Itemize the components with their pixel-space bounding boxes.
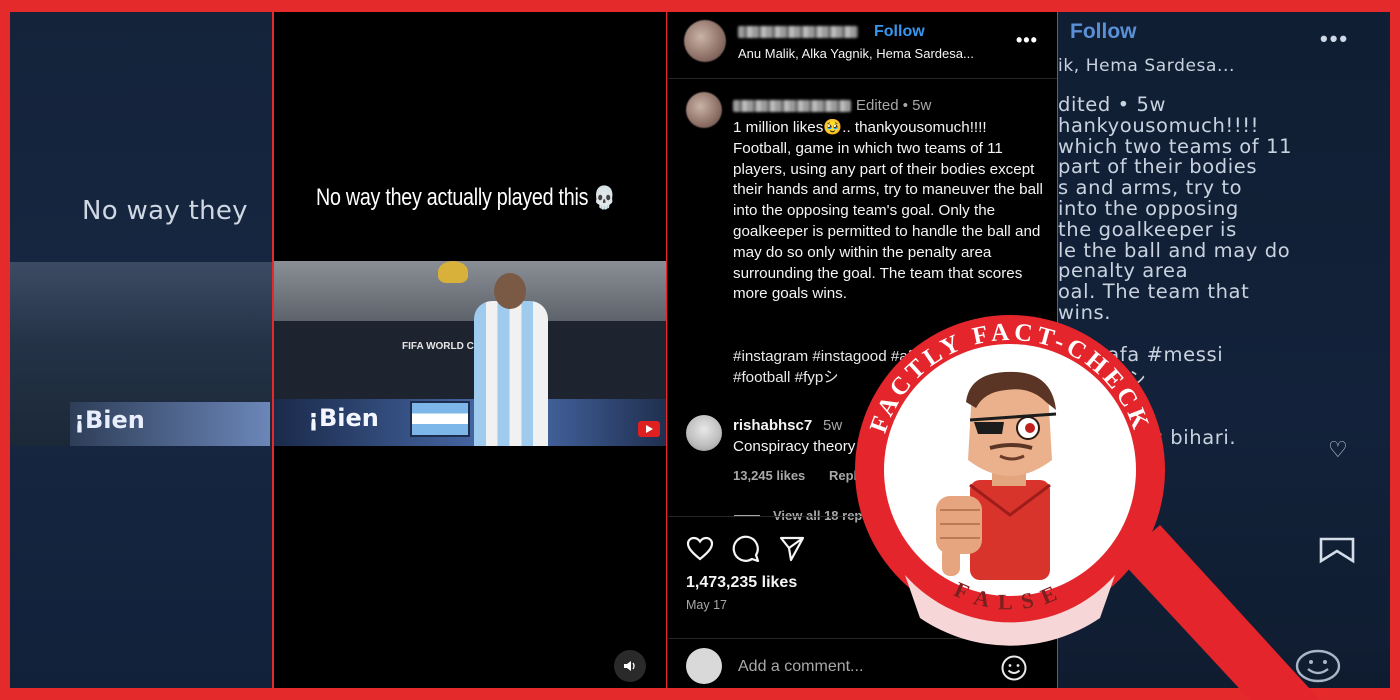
right-bg-caption-line: part of their bodies: [1058, 155, 1258, 179]
argentina-flag: [410, 401, 470, 437]
left-bg-banner-text: ¡Bien: [74, 406, 145, 434]
right-bg-bookmark-icon: [1319, 537, 1355, 564]
post-likes-count[interactable]: 1,473,235 likes: [686, 574, 797, 592]
left-blurred-background: No way they ¡Bien: [10, 12, 272, 688]
post-hashtags[interactable]: #instagram #instagood #afa #messi #ronal…: [733, 346, 1045, 388]
caption-meta: Edited • 5w: [856, 97, 932, 114]
right-bg-caption-line: oal. The team that: [1058, 280, 1250, 304]
post-date: May 17: [686, 598, 727, 612]
commenter-username[interactable]: rishabhsc7: [733, 417, 812, 434]
youtube-icon: [638, 421, 660, 437]
author-avatar[interactable]: [684, 20, 726, 62]
video-caption: No way they actually played this 💀: [316, 184, 616, 212]
comment-likes[interactable]: 13,245 likes: [733, 468, 805, 483]
right-bg-music: ik, Hema Sardesa...: [1058, 56, 1236, 76]
video-panel[interactable]: No way they actually played this 💀 FIFA …: [274, 12, 666, 688]
right-bg-smiley-icon: [1295, 649, 1341, 683]
right-bg-caption-line: penalty area: [1058, 259, 1189, 283]
right-bg-caption-line: dited • 5w: [1058, 93, 1167, 116]
right-bg-caption-line: le the ball and may do: [1058, 238, 1291, 262]
video-caption-text: No way they actually played this: [316, 184, 589, 211]
player-head: [494, 273, 526, 309]
right-bg-caption-line: s and arms, try to: [1058, 176, 1243, 200]
right-bg-caption-line: od #afa #messi: [1058, 342, 1224, 366]
commenter-avatar[interactable]: [686, 415, 722, 451]
comment-text: Conspiracy theory :- Messi is bihari.: [733, 438, 974, 455]
left-bg-caption: No way they: [82, 196, 248, 226]
video-frame[interactable]: FIFA WORLD CUP Qat_ar2022 ¡Bien: [274, 261, 666, 446]
caption-username-blurred[interactable]: [733, 100, 851, 112]
volume-button[interactable]: [614, 650, 646, 682]
right-bg-caption-line: into the opposing: [1058, 197, 1239, 220]
audio-credit[interactable]: Anu Malik, Alka Yagnik, Hema Sardesa...: [738, 46, 974, 61]
right-bg-caption-line: :– Messi is bihari.: [1058, 425, 1237, 449]
right-bg-caption-line: hankyousomuch!!!!: [1058, 113, 1260, 137]
caption-author-avatar[interactable]: [686, 92, 722, 128]
add-comment-input[interactable]: Add a comment...: [738, 658, 863, 676]
right-bg-caption-line: wins.: [1058, 301, 1112, 324]
right-bg-more-icon: •••: [1320, 26, 1350, 51]
right-bg-caption-line: which two teams of 11: [1058, 134, 1293, 158]
follow-button[interactable]: Follow: [874, 23, 925, 41]
actions-divider: [668, 516, 1057, 517]
comment-input-divider: [668, 638, 1057, 639]
right-blurred-background: Follow ik, Hema Sardesa... ••• dited • 5…: [1058, 12, 1390, 688]
comment-icon[interactable]: [732, 535, 760, 563]
comment-reply-button[interactable]: Reply: [829, 468, 864, 483]
right-bg-caption-line: the goalkeeper is: [1058, 217, 1237, 241]
trophy-icon: [438, 261, 468, 283]
video-banner-text: ¡Bien: [308, 404, 379, 432]
share-icon[interactable]: [778, 535, 806, 563]
player-figure: [474, 301, 548, 446]
post-comments-panel: Follow Anu Malik, Alka Yagnik, Hema Sard…: [667, 12, 1057, 688]
comment-time: 5w: [823, 417, 843, 434]
emoji-icon[interactable]: [1000, 654, 1028, 682]
current-user-avatar: [686, 648, 722, 684]
video-wall: [274, 261, 666, 321]
author-username-blurred[interactable]: [738, 26, 858, 38]
more-options-icon[interactable]: •••: [1016, 30, 1038, 51]
right-bg-heart-icon: ♡: [1328, 437, 1348, 462]
right-bg-caption-line: o #fypシ: [1058, 368, 1147, 392]
post-caption: 1 million likes🥹.. thankyousomuch!!!! Fo…: [733, 119, 1043, 303]
skull-emoji: 💀: [593, 185, 616, 210]
right-bg-follow: Follow: [1070, 20, 1137, 43]
speaker-icon: [624, 661, 635, 671]
header-divider: [668, 78, 1057, 79]
heart-icon[interactable]: [686, 536, 714, 562]
